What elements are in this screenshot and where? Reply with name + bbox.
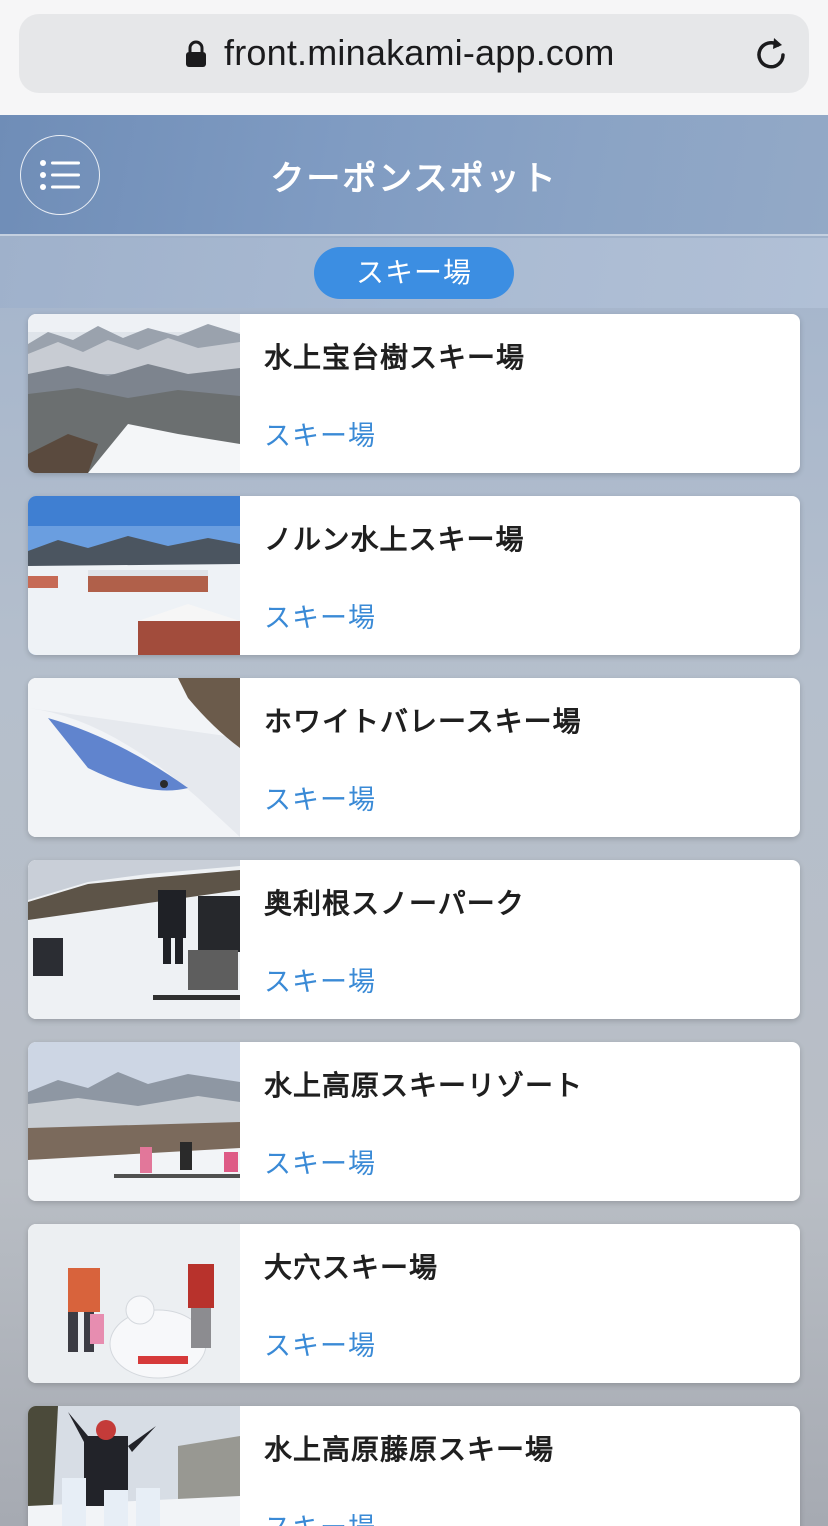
spot-card[interactable]: 水上宝台樹スキー場 スキー場 (28, 314, 800, 473)
page-title: クーポンスポット (270, 159, 558, 199)
spot-photo (28, 1224, 240, 1383)
spot-category: スキー場 (264, 603, 376, 634)
reload-icon[interactable] (752, 34, 792, 74)
browser-toolbar: front.minakami-app.com (0, 0, 828, 115)
spot-name: ノルン水上スキー場 (264, 523, 525, 556)
spot-photo (28, 314, 240, 473)
category-tab-ski-resort[interactable]: スキー場 (314, 247, 514, 299)
spot-card[interactable]: 水上高原スキーリゾート スキー場 (28, 1042, 800, 1201)
spot-photo (28, 1042, 240, 1201)
spot-photo (28, 678, 240, 837)
spot-name: 奥利根スノーパーク (264, 887, 525, 920)
url-text[interactable]: front.minakami-app.com (224, 28, 615, 78)
spot-photo (28, 496, 240, 655)
spot-category: スキー場 (264, 1331, 376, 1362)
spot-category: スキー場 (264, 421, 376, 452)
app-header: クーポンスポット (0, 115, 828, 236)
spot-photo (28, 1406, 240, 1526)
spot-name: 水上高原スキーリゾート (264, 1069, 584, 1102)
spot-category: スキー場 (264, 967, 376, 998)
spot-category: スキー場 (264, 785, 376, 816)
spot-name: 水上宝台樹スキー場 (264, 341, 526, 374)
spot-category: スキー場 (264, 1506, 376, 1526)
spot-category: スキー場 (264, 1149, 376, 1180)
spot-name: 大穴スキー場 (264, 1251, 439, 1284)
spot-card[interactable]: 奥利根スノーパーク スキー場 (28, 860, 800, 1019)
spot-name: ホワイトバレースキー場 (264, 705, 582, 738)
spot-card[interactable]: 大穴スキー場 スキー場 (28, 1224, 800, 1383)
spot-card[interactable]: ノルン水上スキー場 スキー場 (28, 496, 800, 655)
lock-icon (186, 40, 206, 67)
category-filter-bar: スキー場 (0, 238, 828, 308)
spot-card[interactable]: 水上高原藤原スキー場 スキー場 (28, 1406, 800, 1526)
app-screen: クーポンスポット スキー場 水上宝台樹スキー場 スキー場 ノルン水上スキー場 ス… (0, 115, 828, 1526)
spot-photo (28, 860, 240, 1019)
spot-card[interactable]: ホワイトバレースキー場 スキー場 (28, 678, 800, 837)
spot-name: 水上高原藤原スキー場 (264, 1433, 555, 1466)
